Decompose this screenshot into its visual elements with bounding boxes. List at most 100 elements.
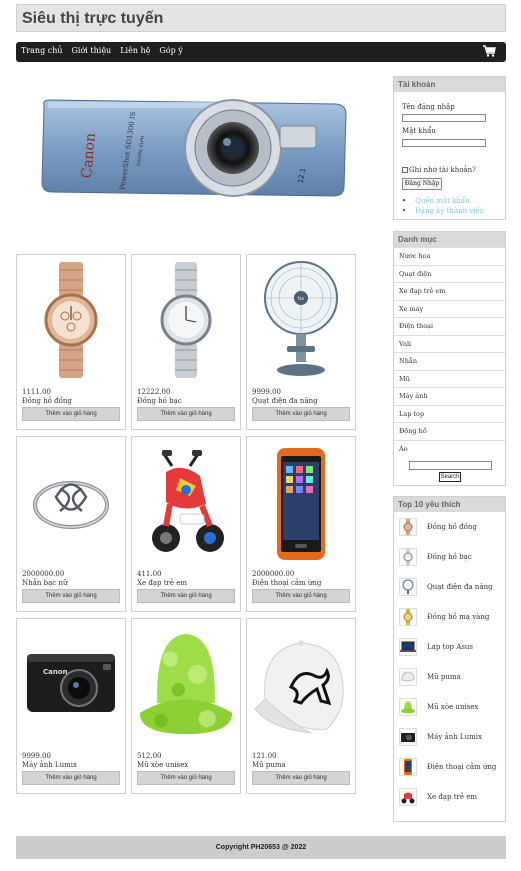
product-price: 121.00 xyxy=(252,752,277,760)
product-name[interactable]: Mũ xòe unisex xyxy=(137,761,188,769)
add-to-cart-button[interactable]: Thêm vào giỏ hàng xyxy=(22,589,120,603)
product-name[interactable]: Quạt điện đa năng xyxy=(252,397,318,405)
nav-item-contact[interactable]: Liên hệ xyxy=(120,46,150,55)
remember-checkbox[interactable]: Ghi nhớ tài khoản? xyxy=(402,166,476,174)
hero-camera-image: Canon PowerShot SD1300 IS DIGITAL ELPH 1… xyxy=(41,99,347,197)
top10-item[interactable]: Mũ xòe unisex xyxy=(399,696,478,718)
password-input[interactable] xyxy=(402,139,486,147)
puma-cap-icon[interactable] xyxy=(251,623,351,745)
top10-item-label: Đồng hồ mạ vàng xyxy=(427,613,490,621)
category-item[interactable]: Xe máy xyxy=(394,299,505,318)
site-footer: Copyright PH20653 @ 2022 xyxy=(16,836,506,859)
login-button[interactable]: Đăng Nhập xyxy=(402,178,442,190)
electric-fan-icon xyxy=(399,578,417,596)
silver-ring-icon[interactable] xyxy=(21,441,121,563)
top10-item[interactable]: Điện thoại cảm ứng xyxy=(399,756,496,778)
top10-item-label: Đồng hồ đồng xyxy=(427,523,477,531)
top10-item-label: Quạt điện đa năng xyxy=(427,583,493,591)
product-card: 2000000.00 Điện thoại cảm ứng Thêm vào g… xyxy=(246,436,356,612)
product-card: Canon 9999.00 Máy ảnh Lumix Thêm vào giỏ… xyxy=(16,618,126,794)
search-button[interactable]: Search xyxy=(439,472,461,482)
account-panel-title: Tài khoản xyxy=(394,77,505,92)
site-title: Siêu thị trực tuyến xyxy=(22,10,164,27)
kids-bike-icon xyxy=(399,788,417,806)
checkbox-icon[interactable] xyxy=(402,167,408,173)
add-to-cart-button[interactable]: Thêm vào giỏ hàng xyxy=(137,771,235,785)
product-card: 411.00 Xe đạp trẻ em Thêm vào giỏ hàng xyxy=(131,436,241,612)
product-name[interactable]: Nhẫn bạc nữ xyxy=(22,579,67,587)
add-to-cart-button[interactable]: Thêm vào giỏ hàng xyxy=(137,589,235,603)
category-item[interactable]: Áo xyxy=(394,439,505,458)
top10-item[interactable]: Đồng hồ đồng xyxy=(399,516,477,538)
product-card: 512.00 Mũ xòe unisex Thêm vào giỏ hàng xyxy=(131,618,241,794)
category-item[interactable]: Điện thoại xyxy=(394,317,505,335)
category-item[interactable]: Xe đạp trẻ em xyxy=(394,282,505,300)
site-header: Siêu thị trực tuyến xyxy=(16,4,506,32)
electric-fan-icon[interactable]: fan xyxy=(251,259,351,381)
nav-item-feedback[interactable]: Góp ý xyxy=(159,46,182,55)
add-to-cart-button[interactable]: Thêm vào giỏ hàng xyxy=(252,589,350,603)
register-link[interactable]: Đăng ký thành viên xyxy=(402,207,484,215)
laptop-icon xyxy=(399,638,417,656)
forgot-password-link[interactable]: Quên mật khẩu xyxy=(402,197,484,205)
top10-item-label: Xe đạp trẻ em xyxy=(427,793,478,801)
watch-silver-icon[interactable] xyxy=(136,259,236,381)
product-name[interactable]: Máy ảnh Lumix xyxy=(22,761,77,769)
product-name[interactable]: Mũ puma xyxy=(252,761,286,769)
product-price: 2000000.00 xyxy=(252,570,295,578)
category-item[interactable]: Nhẫn xyxy=(394,352,505,370)
nav-item-home[interactable]: Trang chủ xyxy=(21,46,63,55)
top10-item-label: Máy ảnh Lumix xyxy=(427,733,482,741)
nav-item-about[interactable]: Giới thiệu xyxy=(72,46,112,55)
top10-item[interactable]: Mũ puma xyxy=(399,666,461,688)
category-item[interactable]: Đồng hồ xyxy=(394,422,505,440)
product-price: 12222.00 xyxy=(137,388,171,396)
touch-phone-icon xyxy=(399,758,417,776)
category-item[interactable]: Máy ảnh xyxy=(394,387,505,405)
top10-item-label: Mũ xòe unisex xyxy=(427,703,479,711)
top10-item-label: Đồng hồ bạc xyxy=(427,553,472,561)
top10-item[interactable]: Lap top Asus xyxy=(399,636,473,658)
watch-silver-icon xyxy=(399,548,417,566)
product-name[interactable]: Xe đạp trẻ em xyxy=(137,579,187,587)
watch-rose-gold-icon[interactable] xyxy=(21,259,121,381)
product-name[interactable]: Đồng hồ đồng xyxy=(22,397,72,405)
product-price: 411.00 xyxy=(137,570,162,578)
add-to-cart-button[interactable]: Thêm vào giỏ hàng xyxy=(252,771,350,785)
password-label: Mật khẩu xyxy=(402,127,436,135)
camera-black-icon[interactable]: Canon xyxy=(21,623,121,745)
category-item[interactable]: Vali xyxy=(394,334,505,353)
bucket-hat-icon[interactable] xyxy=(136,623,236,745)
cart-icon[interactable] xyxy=(482,44,496,58)
add-to-cart-button[interactable]: Thêm vào giỏ hàng xyxy=(22,407,120,421)
search-input[interactable] xyxy=(409,461,492,470)
category-item[interactable]: Nước hoa xyxy=(394,247,505,265)
remember-label: Ghi nhớ tài khoản? xyxy=(409,166,476,174)
kids-bike-icon[interactable] xyxy=(136,441,236,563)
category-item[interactable]: Mũ xyxy=(394,369,505,388)
top10-item[interactable]: Quạt điện đa năng xyxy=(399,576,493,598)
top10-item[interactable]: Đồng hồ mạ vàng xyxy=(399,606,489,628)
product-price: 512.00 xyxy=(137,752,162,760)
top10-item[interactable]: Đồng hồ bạc xyxy=(399,546,472,568)
touch-phone-icon[interactable] xyxy=(251,441,351,563)
product-card: 121.00 Mũ puma Thêm vào giỏ hàng xyxy=(246,618,356,794)
username-input[interactable] xyxy=(402,114,486,122)
top10-item-label: Điện thoại cảm ứng xyxy=(427,763,497,771)
watch-gold-icon xyxy=(399,608,417,626)
top10-item[interactable]: Xe đạp trẻ em xyxy=(399,786,477,808)
add-to-cart-button[interactable]: Thêm vào giỏ hàng xyxy=(137,407,235,421)
svg-text:fan: fan xyxy=(298,296,305,301)
top10-item[interactable]: Máy ảnh Lumix xyxy=(399,726,482,748)
category-item[interactable]: Quạt điện xyxy=(394,264,505,283)
add-to-cart-button[interactable]: Thêm vào giỏ hàng xyxy=(22,771,120,785)
add-to-cart-button[interactable]: Thêm vào giỏ hàng xyxy=(252,407,350,421)
product-name[interactable]: Đồng hồ bạc xyxy=(137,397,182,405)
product-price: 9999.00 xyxy=(22,752,51,760)
product-price: 1111.00 xyxy=(22,388,51,396)
category-item[interactable]: Lap top xyxy=(394,404,505,423)
watch-rose-gold-icon xyxy=(399,518,417,536)
main-nav: Trang chủ Giới thiệu Liên hệ Góp ý xyxy=(16,42,506,62)
bucket-hat-icon xyxy=(399,698,417,716)
product-name[interactable]: Điện thoại cảm ứng xyxy=(252,579,321,587)
